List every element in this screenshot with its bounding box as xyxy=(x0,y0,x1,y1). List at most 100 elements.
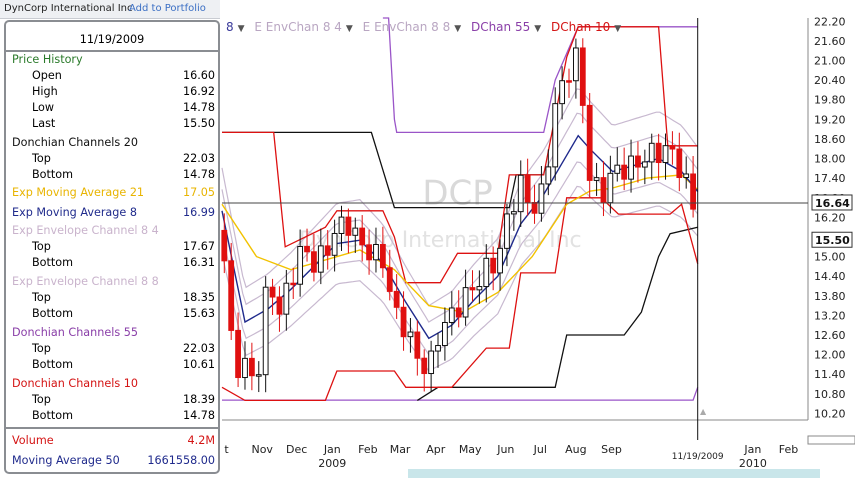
env88-bottom-value: 15.63 xyxy=(182,307,215,320)
x-tick-label: Mar xyxy=(390,443,411,456)
add-to-portfolio-link[interactable]: Add to Portfolio xyxy=(129,0,206,18)
candle-body xyxy=(421,357,428,375)
env84-bottom-row: Bottom 16.31 xyxy=(32,255,215,271)
legend-item-envchan88[interactable]: E EnvChan 8 8 xyxy=(363,20,451,34)
env88-top-row: Top 18.35 xyxy=(32,290,215,306)
ema21-row: Exp Moving Average 21 17.05 xyxy=(12,185,215,201)
y-tick-label: 19.80 xyxy=(814,94,846,107)
ma50-row: Moving Average 50 1661558.00 xyxy=(12,453,215,469)
high-label: High xyxy=(32,85,58,98)
open-label: Open xyxy=(32,69,62,82)
volume-label: Volume xyxy=(12,434,54,447)
candle-body xyxy=(483,257,490,288)
candle-body xyxy=(393,290,400,308)
open-value: 16.60 xyxy=(182,69,215,82)
header-bar: DynCorp International Inc Add to Portfol… xyxy=(0,0,220,19)
y-tick-label: 21.00 xyxy=(814,54,846,67)
y-tick-label: 18.00 xyxy=(814,153,846,166)
env88-bottom-label: Bottom xyxy=(32,307,74,320)
candle-body xyxy=(262,286,269,376)
data-window-panel: 11/19/2009 Price History Open 16.60 High 1… xyxy=(4,20,220,474)
candle-body xyxy=(490,257,497,274)
dc10-bottom-row: Bottom 14.78 xyxy=(32,408,215,424)
chevron-down-icon[interactable]: ▼ xyxy=(238,24,245,34)
dc20-title: Donchian Channels 20 xyxy=(12,136,138,149)
ema21-title: Exp Moving Average 21 xyxy=(12,186,145,199)
candle-body xyxy=(324,245,331,256)
candle-body xyxy=(469,287,476,291)
candle-body xyxy=(635,155,641,168)
dc55-top-row: Top 22.03 xyxy=(32,341,215,357)
low-label: Low xyxy=(32,101,55,114)
candle-body xyxy=(352,227,359,236)
ema8-value: 16.99 xyxy=(182,206,215,219)
x-tick-label: Nov xyxy=(251,443,273,456)
chevron-down-icon[interactable]: ▼ xyxy=(614,24,621,34)
dc20-bottom-label: Bottom xyxy=(32,168,74,181)
candle-body xyxy=(517,174,524,213)
legend-item-dchan55[interactable]: DChan 55 xyxy=(471,20,530,34)
price-history-title: Price History xyxy=(12,53,83,66)
y-tick-label: 10.20 xyxy=(814,407,846,420)
candle-body xyxy=(283,282,290,315)
env84-bottom-value: 16.31 xyxy=(182,256,215,269)
env88-top-label: Top xyxy=(32,291,51,304)
last-label: Last xyxy=(32,117,56,130)
chevron-down-icon[interactable]: ▼ xyxy=(346,24,353,34)
candle-body xyxy=(579,47,586,106)
legend-item-ema8[interactable]: 8 xyxy=(226,20,234,34)
indicator-legend: 8 ▼ E EnvChan 8 4 ▼ E EnvChan 8 8 ▼ DChan 5… xyxy=(226,18,627,36)
y-tick-label: 13.20 xyxy=(814,309,846,322)
x-tick-label: Sep xyxy=(601,443,622,456)
y-tick-label: 20.40 xyxy=(814,74,846,87)
y-tick-label: 16.20 xyxy=(814,211,846,224)
y-tick-label: 12.60 xyxy=(814,329,846,342)
candle-body xyxy=(676,148,683,179)
chevron-down-icon[interactable]: ▼ xyxy=(454,24,461,34)
dc10-title: Donchian Channels 10 xyxy=(12,377,138,390)
last-row: Last 15.50 xyxy=(32,116,215,132)
legend-item-dchan10[interactable]: DChan 10 xyxy=(551,20,610,34)
volume-value: 4.2M xyxy=(187,434,215,447)
chevron-down-icon[interactable]: ▼ xyxy=(534,24,541,34)
candle-body xyxy=(311,251,317,273)
candle-body xyxy=(559,80,566,105)
env88-top-value: 18.35 xyxy=(182,291,215,304)
candle-body xyxy=(304,245,310,253)
dc20-top-value: 22.03 xyxy=(182,152,215,165)
x-tick-label: Dec xyxy=(286,443,307,456)
scroll-arrow-icon: ▲ xyxy=(700,407,707,416)
env84-title: Exp Envelope Channel 8 4 xyxy=(12,224,159,237)
ema21-value: 17.05 xyxy=(182,186,215,199)
dc55-title: Donchian Channels 55 xyxy=(12,326,138,339)
x-tick-label: t xyxy=(224,443,229,456)
high-value: 16.92 xyxy=(182,85,215,98)
crosshair-date-label: 11/19/2009 xyxy=(672,452,724,462)
candle-body xyxy=(435,345,441,352)
x-tick-label: Apr xyxy=(426,443,446,456)
candle-body xyxy=(414,331,421,359)
env84-bottom-label: Bottom xyxy=(32,256,74,269)
env84-top-row: Top 17.67 xyxy=(32,239,215,255)
candle-body xyxy=(276,296,283,315)
price-badge-label: 15.50 xyxy=(815,234,850,247)
dc55-bottom-row: Bottom 10.61 xyxy=(32,357,215,373)
candle-body xyxy=(628,155,634,180)
candle-body xyxy=(690,173,696,210)
high-row: High 16.92 xyxy=(32,84,215,100)
candle-body xyxy=(504,213,510,249)
dc20-top-label: Top xyxy=(32,152,51,165)
dc10-top-label: Top xyxy=(32,393,51,406)
dc10-top-row: Top 18.39 xyxy=(32,392,215,408)
divider xyxy=(6,427,218,429)
dc55-bottom-label: Bottom xyxy=(32,358,74,371)
candle-body xyxy=(366,244,372,261)
candle-body xyxy=(497,247,503,274)
candle-body xyxy=(297,245,304,285)
x-tick-label: Feb xyxy=(779,443,798,456)
y-tick-label: 10.80 xyxy=(814,388,846,401)
candle-body xyxy=(248,357,255,377)
company-name: DynCorp International Inc xyxy=(4,3,133,14)
y-tick-label: 19.20 xyxy=(814,113,846,126)
legend-item-envchan84[interactable]: E EnvChan 8 4 xyxy=(254,20,342,34)
